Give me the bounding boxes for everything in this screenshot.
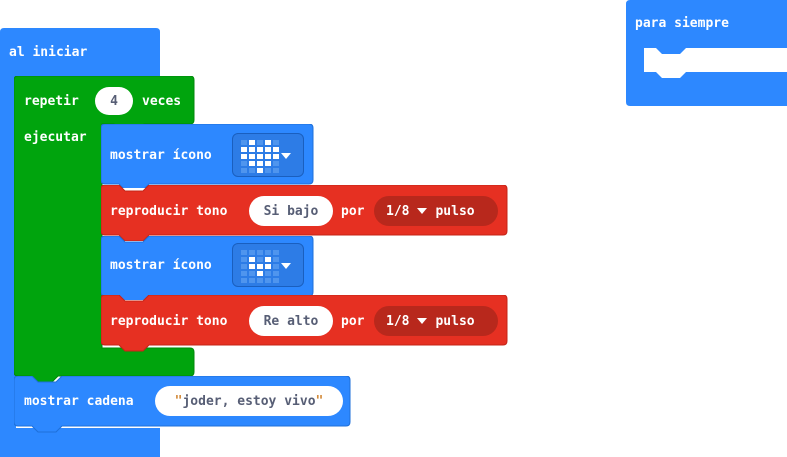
play-tone-label: reproducir tono [110, 204, 228, 219]
led-cell [273, 263, 279, 269]
led-cell [273, 160, 279, 166]
led-cell [265, 139, 271, 145]
icon-picker[interactable] [232, 133, 304, 177]
repeat-times-label: veces [142, 94, 182, 109]
led-cell [249, 277, 255, 283]
by-label: por [341, 204, 365, 219]
led-cell [249, 139, 255, 145]
led-cell [265, 277, 271, 283]
note-input[interactable]: Re alto [249, 306, 333, 336]
led-cell [257, 263, 263, 269]
note-input[interactable]: Si bajo [249, 196, 333, 226]
forever-label: para siempre [635, 16, 729, 31]
led-cell [257, 153, 263, 159]
icon-picker[interactable] [232, 243, 304, 287]
led-cell [265, 256, 271, 262]
led-cell [257, 139, 263, 145]
led-cell [241, 263, 247, 269]
led-cell [257, 277, 263, 283]
beat-value: 1/8 [386, 203, 410, 219]
big-heart-icon [239, 139, 281, 173]
led-cell [241, 270, 247, 276]
led-cell [249, 249, 255, 255]
led-cell [249, 160, 255, 166]
on-start-label: al iniciar [9, 45, 88, 60]
led-cell [249, 153, 255, 159]
led-cell [241, 256, 247, 262]
led-cell [241, 167, 247, 173]
small-heart-icon [239, 249, 281, 283]
chevron-down-icon [281, 153, 291, 159]
led-cell [241, 277, 247, 283]
led-cell [265, 160, 271, 166]
led-cell [273, 153, 279, 159]
led-cell [249, 256, 255, 262]
led-cell [273, 139, 279, 145]
show-string-label: mostrar cadena [24, 394, 134, 409]
beat-unit: pulso [435, 313, 475, 329]
beat-dropdown[interactable]: 1/8 pulso [374, 196, 498, 226]
repeat-label: repetir [24, 94, 79, 109]
led-cell [265, 167, 271, 173]
led-cell [241, 139, 247, 145]
led-cell [265, 146, 271, 152]
led-cell [257, 146, 263, 152]
led-cell [273, 146, 279, 152]
led-cell [241, 249, 247, 255]
led-cell [241, 146, 247, 152]
led-cell [249, 167, 255, 173]
led-cell [273, 167, 279, 173]
led-cell [257, 167, 263, 173]
repeat-do-label: ejecutar [24, 130, 87, 145]
beat-dropdown[interactable]: 1/8 pulso [374, 306, 498, 336]
led-cell [265, 270, 271, 276]
chevron-down-icon [417, 208, 428, 214]
open-quote: " [174, 393, 183, 409]
beat-unit: pulso [435, 203, 475, 219]
led-cell [241, 160, 247, 166]
by-label: por [341, 314, 365, 329]
led-cell [241, 153, 247, 159]
play-tone-label: reproducir tono [110, 314, 228, 329]
led-cell [273, 249, 279, 255]
led-cell [273, 256, 279, 262]
led-cell [273, 277, 279, 283]
string-value: joder, estoy vivo [182, 393, 316, 409]
led-cell [249, 263, 255, 269]
led-cell [257, 160, 263, 166]
repeat-count-input[interactable]: 4 [95, 87, 133, 115]
led-cell [265, 263, 271, 269]
led-cell [249, 270, 255, 276]
chevron-down-icon [281, 263, 291, 269]
close-quote: " [315, 393, 324, 409]
led-cell [257, 256, 263, 262]
led-cell [257, 249, 263, 255]
show-icon-label: mostrar ícono [110, 258, 212, 273]
string-input[interactable]: " joder, estoy vivo " [155, 386, 343, 416]
chevron-down-icon [417, 318, 428, 324]
led-cell [273, 270, 279, 276]
led-cell [257, 270, 263, 276]
show-icon-label: mostrar ícono [110, 148, 212, 163]
led-cell [265, 249, 271, 255]
beat-value: 1/8 [386, 313, 410, 329]
led-cell [249, 146, 255, 152]
led-cell [265, 153, 271, 159]
